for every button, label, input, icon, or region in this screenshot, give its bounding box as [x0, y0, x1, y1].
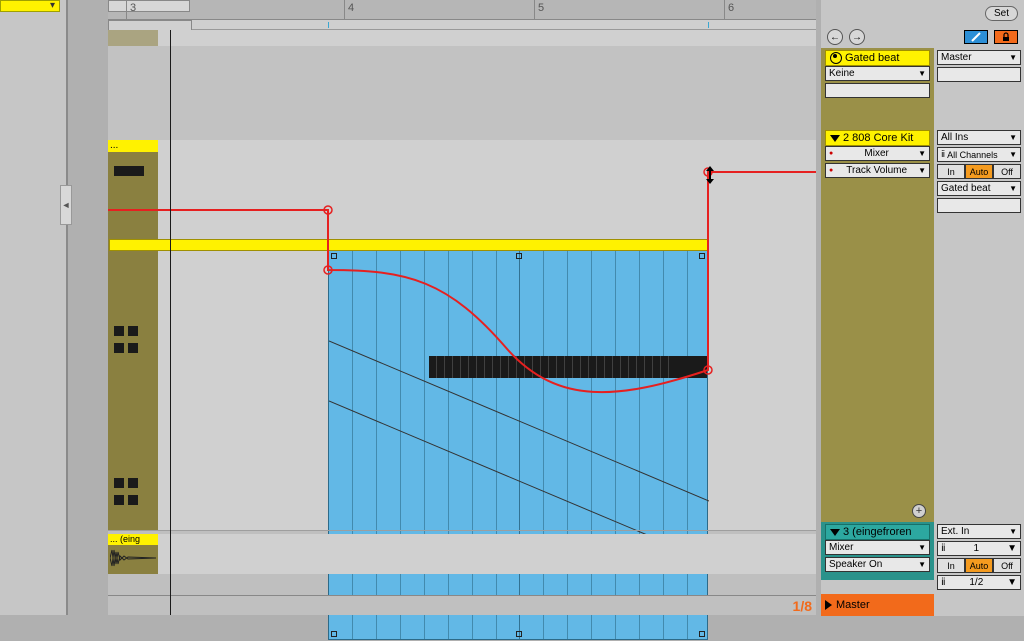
monitor-in-button[interactable]: In: [937, 558, 965, 573]
track-header-gated[interactable]: Gated beat Keine▼ Master▼: [821, 48, 1024, 128]
track-name-label: 2 808 Core Kit: [843, 132, 913, 144]
monitor-auto-button[interactable]: Auto: [965, 558, 993, 573]
grid-quantize-label: 1/8: [793, 598, 812, 614]
track-name-label: 3 (eingefroren: [843, 526, 912, 538]
waveform-icon: [110, 546, 156, 570]
device-chooser[interactable]: Mixer▼: [825, 146, 930, 161]
input-channel[interactable]: ⅱAll Channels▼: [937, 147, 1021, 162]
track-lane-808[interactable]: ...: [108, 140, 816, 530]
browser-collapse-handle[interactable]: ◄: [60, 185, 72, 225]
play-icon[interactable]: [825, 600, 832, 610]
monitor-toggle[interactable]: In Auto Off: [937, 164, 1021, 179]
clip-handle[interactable]: [699, 253, 705, 259]
overview-box[interactable]: [108, 0, 190, 12]
fold-toggle-icon[interactable]: [830, 529, 840, 536]
device-chooser[interactable]: Mixer▼: [825, 540, 930, 555]
track-headers-panel: Set ← → Gated beat Keine▼ Master▼: [821, 0, 1024, 615]
triangle-down-icon: ▾: [50, 0, 55, 11]
lock-icon: [1001, 32, 1011, 42]
output-channel[interactable]: ⅱ1/2▼: [937, 575, 1021, 590]
loop-brace-strip[interactable]: [108, 20, 816, 30]
parameter-chooser[interactable]: Track Volume▼: [825, 163, 930, 178]
track-header-audio[interactable]: 3 (eingefroren Mixer▼ Speaker On▼ Ext. I…: [821, 522, 1024, 594]
midi-notes: [114, 160, 152, 510]
midi-clip-left[interactable]: ...: [108, 140, 158, 530]
parameter-chooser[interactable]: Speaker On▼: [825, 557, 930, 572]
nudge-right-button[interactable]: →: [849, 29, 865, 45]
parameter-chooser[interactable]: [825, 83, 930, 98]
bar-label-4: 4: [348, 2, 354, 14]
timeline-ruler[interactable]: 3 4 5 6: [108, 0, 816, 20]
monitor-off-button[interactable]: Off: [993, 164, 1021, 179]
clip-handle[interactable]: [331, 253, 337, 259]
playhead[interactable]: [170, 30, 171, 615]
clip-handle[interactable]: [516, 631, 522, 637]
audio-clip-frozen[interactable]: ... (eing: [108, 534, 158, 574]
breakpoint-cursor-icon: [703, 166, 717, 187]
clip-handle[interactable]: [331, 631, 337, 637]
input-channel[interactable]: ⅱ1▼: [937, 541, 1021, 556]
draw-mode-toggle[interactable]: [964, 30, 988, 44]
output-channel[interactable]: [937, 67, 1021, 82]
clip-title[interactable]: ... (eing: [108, 534, 158, 545]
track-name-808: 2 808 Core Kit: [825, 130, 930, 146]
monitor-auto-button[interactable]: Auto: [965, 164, 993, 179]
device-chooser[interactable]: Keine▼: [825, 66, 930, 81]
track-name-audio: 3 (eingefroren: [825, 524, 930, 540]
set-toolbar: Set: [821, 0, 1024, 26]
output-channel[interactable]: [937, 198, 1021, 213]
track-activator-icon[interactable]: [830, 52, 842, 64]
bar-label-6: 6: [728, 2, 734, 14]
input-routing[interactable]: Ext. In▼: [937, 524, 1021, 539]
nudge-left-button[interactable]: ←: [827, 29, 843, 45]
midi-clip-selected[interactable]: [328, 250, 708, 640]
output-routing[interactable]: Master▼: [937, 50, 1021, 65]
midi-note-block: [429, 356, 707, 378]
fold-toggle-icon[interactable]: [830, 135, 840, 142]
lock-envelopes-toggle[interactable]: [994, 30, 1018, 44]
bar-label-5: 5: [538, 2, 544, 14]
clip-title[interactable]: ...: [108, 140, 158, 152]
clip-title-bar[interactable]: [109, 239, 709, 251]
clip-fragment-gated[interactable]: [108, 30, 158, 140]
track-header-master[interactable]: Master: [821, 594, 1024, 616]
monitor-in-button[interactable]: In: [937, 164, 965, 179]
clip-handle[interactable]: [699, 631, 705, 637]
input-routing[interactable]: All Ins▼: [937, 130, 1021, 145]
track-lane-gated[interactable]: [108, 30, 816, 140]
arrangement-footer: 1/8: [108, 595, 816, 615]
monitor-off-button[interactable]: Off: [993, 558, 1021, 573]
track-lane-audio[interactable]: ... (eing: [108, 534, 816, 574]
clip-handle[interactable]: [516, 253, 522, 259]
bar-label-3: 3: [130, 2, 136, 14]
output-routing[interactable]: Gated beat▼: [937, 181, 1021, 196]
monitor-toggle[interactable]: In Auto Off: [937, 558, 1021, 573]
add-lane-button[interactable]: +: [912, 504, 926, 518]
arrangement-view[interactable]: ...: [108, 30, 816, 615]
browser-sidebar: ▾ ◄: [0, 0, 68, 615]
track-name-gated: Gated beat: [825, 50, 930, 66]
track-name-label: Gated beat: [845, 52, 899, 64]
track-header-808[interactable]: 2 808 Core Kit Mixer▼ Track Volume▼ + Al…: [821, 128, 1024, 522]
track-name-label: Master: [836, 599, 870, 611]
set-button[interactable]: Set: [985, 6, 1018, 21]
